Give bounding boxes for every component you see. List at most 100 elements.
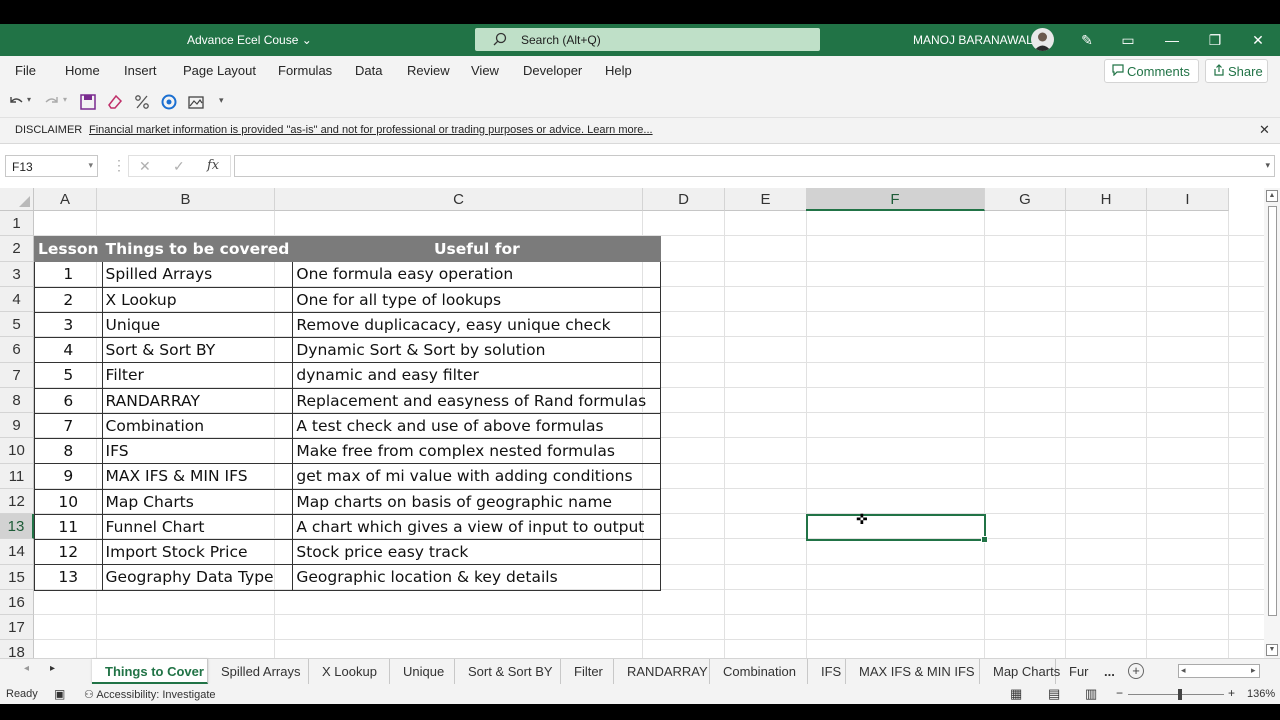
share-button[interactable]: Share	[1205, 59, 1268, 83]
ribbon-display-icon[interactable]: ▭	[1118, 30, 1138, 50]
menu-data[interactable]: Data	[355, 63, 382, 78]
zoom-out-icon[interactable]: −	[1116, 686, 1123, 700]
menu-page-layout[interactable]: Page Layout	[183, 63, 256, 78]
topic-cell[interactable]: MAX IFS & MIN IFS	[101, 463, 294, 490]
lesson-cell[interactable]: 5	[34, 362, 103, 389]
topic-cell[interactable]: Funnel Chart	[101, 513, 294, 541]
useful-for-cell[interactable]: dynamic and easy filter	[292, 362, 662, 389]
search-box[interactable]: Search (Alt+Q)	[475, 28, 820, 51]
column-header-g[interactable]: G	[985, 188, 1066, 211]
redo-icon[interactable]	[43, 93, 61, 111]
column-header-b[interactable]: B	[97, 188, 275, 211]
lesson-cell[interactable]: 1	[34, 261, 103, 288]
globe-icon[interactable]	[160, 93, 178, 111]
sheet-tab[interactable]: Map Charts	[980, 659, 1060, 684]
sheet-tab[interactable]: Filter	[561, 659, 614, 684]
lesson-cell[interactable]: 2	[34, 286, 103, 313]
useful-for-cell[interactable]: get max of mi value with adding conditio…	[292, 463, 662, 490]
sheet-tab[interactable]: IFS	[808, 659, 846, 684]
lesson-cell[interactable]: 9	[34, 463, 103, 490]
zoom-in-icon[interactable]: +	[1228, 686, 1235, 700]
sheet-tab[interactable]: Combination	[710, 659, 808, 684]
topic-cell[interactable]: Import Stock Price	[101, 538, 294, 566]
more-sheets[interactable]: ...	[1104, 664, 1115, 679]
sheet-tab[interactable]: MAX IFS & MIN IFS	[846, 659, 980, 684]
row-header-17[interactable]: 17	[0, 615, 34, 641]
topic-cell[interactable]: Combination	[101, 412, 294, 440]
sheet-tab[interactable]: RANDARRAY	[614, 659, 710, 684]
row-header-18[interactable]: 18	[0, 640, 34, 658]
select-all-button[interactable]	[0, 188, 34, 211]
useful-for-cell[interactable]: Map charts on basis of geographic name	[292, 488, 662, 515]
lesson-cell[interactable]: 11	[34, 513, 103, 541]
prev-sheet-icon[interactable]: ◂	[24, 663, 29, 674]
column-header-i[interactable]: I	[1147, 188, 1229, 211]
row-header-8[interactable]: 8	[0, 387, 34, 413]
menu-file[interactable]: File	[15, 63, 36, 78]
lesson-cell[interactable]: 8	[34, 437, 103, 465]
header-useful[interactable]: Useful for	[292, 235, 662, 263]
topic-cell[interactable]: Spilled Arrays	[101, 261, 294, 288]
image-icon[interactable]	[187, 93, 205, 111]
useful-for-cell[interactable]: A test check and use of above formulas	[292, 412, 662, 440]
useful-for-cell[interactable]: Geographic location & key details	[292, 564, 662, 591]
workbook-title[interactable]: Advance Ecel Couse ⌄	[187, 33, 312, 47]
sheet-tab[interactable]: Unique	[390, 659, 455, 684]
lesson-cell[interactable]: 3	[34, 311, 103, 339]
column-header-e[interactable]: E	[725, 188, 807, 211]
macro-record-icon[interactable]: ▣	[54, 687, 65, 701]
insert-function-icon[interactable]: fx	[207, 158, 219, 173]
menu-help[interactable]: Help	[605, 63, 632, 78]
minimize-icon[interactable]: —	[1162, 30, 1182, 50]
header-things[interactable]: Things to be covered	[101, 235, 294, 263]
topic-cell[interactable]: Sort & Sort BY	[101, 336, 294, 364]
percent-icon[interactable]	[133, 93, 151, 111]
vertical-scrollbar[interactable]: ▲ ▼	[1264, 188, 1280, 658]
lesson-cell[interactable]: 4	[34, 336, 103, 364]
useful-for-cell[interactable]: Replacement and easyness of Rand formula…	[292, 387, 662, 414]
cancel-icon[interactable]: ✕	[139, 158, 151, 175]
topic-cell[interactable]: X Lookup	[101, 286, 294, 313]
topic-cell[interactable]: Unique	[101, 311, 294, 339]
formula-input[interactable]: ▾	[234, 155, 1275, 177]
row-header-12[interactable]: 12	[0, 488, 34, 514]
redo-dropdown-icon[interactable]: ▾	[63, 95, 67, 104]
sheet-tab[interactable]: Things to Cover	[92, 659, 208, 684]
scroll-up-icon[interactable]: ▲	[1266, 190, 1278, 202]
row-header-5[interactable]: 5	[0, 312, 34, 338]
horizontal-scrollbar[interactable]: ◂ ▸	[1178, 664, 1260, 678]
menu-view[interactable]: View	[471, 63, 499, 78]
name-box[interactable]: F13 ▾	[5, 155, 98, 177]
next-sheet-icon[interactable]: ▸	[50, 663, 55, 674]
row-header-7[interactable]: 7	[0, 362, 34, 388]
enter-icon[interactable]: ✓	[173, 158, 185, 175]
menu-developer[interactable]: Developer	[523, 63, 582, 78]
useful-for-cell[interactable]: Remove duplicacacy, easy unique check	[292, 311, 662, 339]
close-icon[interactable]: ✕	[1259, 122, 1270, 138]
avatar[interactable]	[1031, 28, 1054, 51]
topic-cell[interactable]: IFS	[101, 437, 294, 465]
column-header-a[interactable]: A	[34, 188, 97, 211]
sheet-tab[interactable]: X Lookup	[309, 659, 390, 684]
row-header-11[interactable]: 11	[0, 463, 34, 489]
close-icon[interactable]: ✕	[1248, 30, 1268, 50]
column-header-d[interactable]: D	[643, 188, 725, 211]
normal-view-icon[interactable]: ▦	[1010, 686, 1022, 702]
menu-formulas[interactable]: Formulas	[278, 63, 332, 78]
sheet-tab[interactable]: Sort & Sort BY	[455, 659, 561, 684]
menu-home[interactable]: Home	[65, 63, 100, 78]
useful-for-cell[interactable]: Dynamic Sort & Sort by solution	[292, 336, 662, 364]
useful-for-cell[interactable]: Make free from complex nested formulas	[292, 437, 662, 465]
row-header-16[interactable]: 16	[0, 589, 34, 615]
pen-icon[interactable]: ✎	[1077, 30, 1097, 50]
scroll-thumb[interactable]	[1268, 206, 1277, 616]
lesson-cell[interactable]: 7	[34, 412, 103, 440]
row-header-2[interactable]: 2	[0, 236, 34, 262]
topic-cell[interactable]: Map Charts	[101, 488, 294, 515]
scroll-down-icon[interactable]: ▼	[1266, 644, 1278, 656]
row-header-13[interactable]: 13	[0, 514, 34, 540]
save-icon[interactable]	[79, 93, 97, 111]
scroll-left-icon[interactable]: ◂	[1181, 665, 1186, 676]
undo-icon[interactable]	[7, 93, 25, 111]
worksheet-grid[interactable]: ABCDEFGHI 1 2 3 4 5 6 7 8 9 10 11 12 13 14 15 16 17 18 Le…	[0, 188, 1264, 658]
